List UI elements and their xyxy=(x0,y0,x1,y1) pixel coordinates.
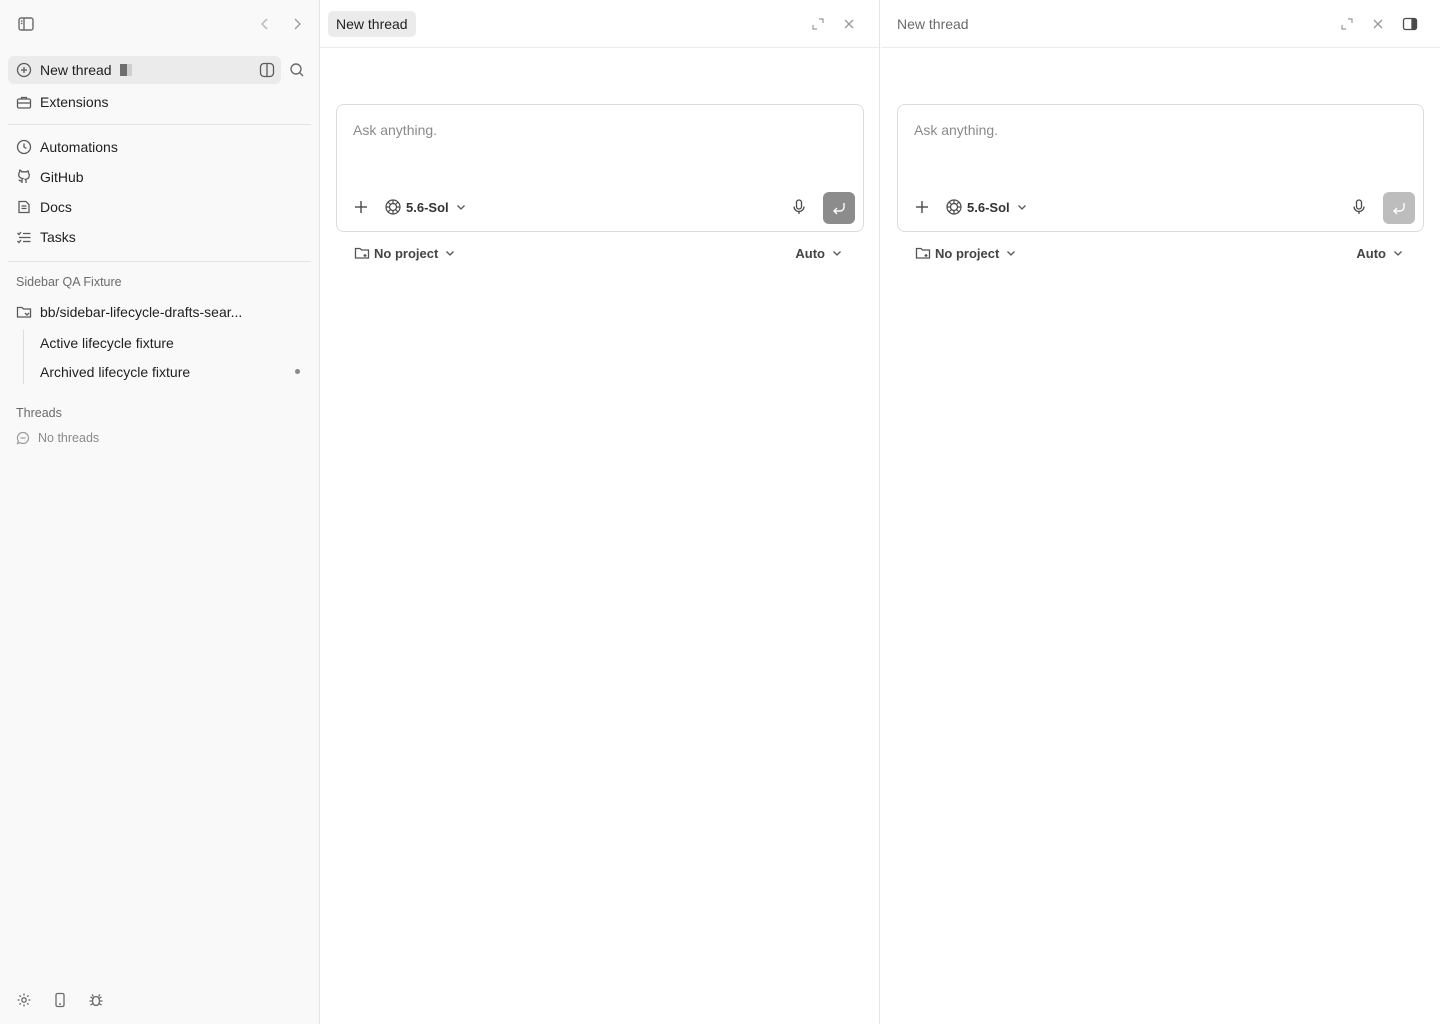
sidebar-item-tasks[interactable]: Tasks xyxy=(8,223,311,251)
sidebar-item-label: Extensions xyxy=(40,94,109,110)
add-attachment-icon[interactable] xyxy=(914,199,930,215)
sidebar-item-label: GitHub xyxy=(40,169,84,185)
mode-label: Auto xyxy=(1356,245,1386,261)
model-selector[interactable]: 5.6-Sol xyxy=(384,198,467,216)
folder-icon xyxy=(16,304,32,320)
github-icon xyxy=(16,169,32,185)
model-label: 5.6-Sol xyxy=(406,199,449,215)
thread-pane-left: New thread Ask anything. 5.6-Sol No proj… xyxy=(320,0,880,1024)
mode-selector[interactable]: Auto xyxy=(795,244,843,262)
sidebar-top-bar xyxy=(0,0,319,48)
close-icon[interactable] xyxy=(841,16,857,32)
forward-chevron-icon[interactable] xyxy=(288,14,306,34)
sidebar-item-label: Tasks xyxy=(40,229,76,245)
chevron-down-icon xyxy=(1392,247,1404,259)
no-threads-state: No threads xyxy=(16,431,99,445)
checklist-icon xyxy=(16,229,32,245)
unread-dot xyxy=(295,369,300,374)
tab-new-thread[interactable]: New thread xyxy=(328,11,416,37)
model-selector[interactable]: 5.6-Sol xyxy=(945,198,1028,216)
microphone-icon[interactable] xyxy=(1350,198,1368,216)
project-selector[interactable]: No project xyxy=(354,244,456,262)
model-logo-icon xyxy=(384,198,402,216)
send-arrow-icon xyxy=(1391,200,1407,216)
new-thread-label: New thread xyxy=(40,62,112,78)
project-label: No project xyxy=(935,245,1000,261)
tab-new-thread[interactable]: New thread xyxy=(897,16,969,32)
project-branch-item[interactable]: bb/sidebar-lifecycle-drafts-sear... xyxy=(8,298,311,326)
plus-circle-icon xyxy=(16,62,32,78)
composer: Ask anything. 5.6-Sol xyxy=(897,104,1424,232)
sidebar-item-extensions[interactable]: Extensions xyxy=(8,88,311,116)
chevron-down-icon xyxy=(444,247,456,259)
no-threads-label: No threads xyxy=(38,431,100,445)
sidebar: New thread Extensions Automations GitHub… xyxy=(0,0,320,1024)
toolbox-icon xyxy=(16,94,32,110)
threads-section-label: Threads xyxy=(16,406,62,420)
split-view-icon[interactable] xyxy=(259,62,275,78)
model-label: 5.6-Sol xyxy=(967,199,1010,215)
prompt-input[interactable]: Ask anything. xyxy=(353,122,437,138)
sidebar-divider xyxy=(8,261,311,262)
send-arrow-icon xyxy=(831,200,847,216)
project-label: No project xyxy=(374,245,439,261)
send-button[interactable] xyxy=(1383,192,1415,224)
close-icon[interactable] xyxy=(1370,16,1386,32)
pane-header: New thread xyxy=(881,0,1440,48)
sidebar-divider xyxy=(8,124,311,125)
bug-icon[interactable] xyxy=(88,992,104,1008)
project-selector[interactable]: No project xyxy=(915,244,1017,262)
sidebar-item-docs[interactable]: Docs xyxy=(8,193,311,221)
add-attachment-icon[interactable] xyxy=(353,199,369,215)
thread-pane-right: New thread Ask anything. 5.6-Sol No proj… xyxy=(881,0,1440,1024)
folder-plus-icon xyxy=(915,245,931,261)
prompt-input[interactable]: Ask anything. xyxy=(914,122,998,138)
document-icon xyxy=(16,199,32,215)
project-branch-label: bb/sidebar-lifecycle-drafts-sear... xyxy=(40,304,243,320)
project-section-label: Sidebar QA Fixture xyxy=(16,275,122,289)
gear-icon[interactable] xyxy=(16,992,32,1008)
search-icon[interactable] xyxy=(288,61,306,79)
project-thread-archived[interactable]: Archived lifecycle fixture xyxy=(40,364,190,380)
sidebar-item-label: Docs xyxy=(40,199,72,215)
chevron-down-icon xyxy=(1005,247,1017,259)
tree-guide-line xyxy=(23,330,24,384)
sidebar-item-label: Automations xyxy=(40,139,118,155)
mode-selector[interactable]: Auto xyxy=(1356,244,1404,262)
right-panel-toggle-icon[interactable] xyxy=(1402,16,1418,32)
phone-icon[interactable] xyxy=(52,992,68,1008)
new-thread-button[interactable]: New thread xyxy=(8,56,281,84)
expand-icon[interactable] xyxy=(810,16,826,32)
sidebar-item-github[interactable]: GitHub xyxy=(8,163,311,191)
folder-plus-icon xyxy=(354,245,370,261)
send-button[interactable] xyxy=(823,192,855,224)
text-cursor-indicator xyxy=(119,64,132,76)
project-thread-active[interactable]: Active lifecycle fixture xyxy=(40,335,174,351)
chevron-down-icon xyxy=(455,201,467,213)
back-chevron-icon[interactable] xyxy=(256,14,274,34)
microphone-icon[interactable] xyxy=(790,198,808,216)
chevron-down-icon xyxy=(1016,201,1028,213)
chevron-down-icon xyxy=(831,247,843,259)
model-logo-icon xyxy=(945,198,963,216)
sidebar-item-automations[interactable]: Automations xyxy=(8,133,311,161)
sidebar-toggle-icon[interactable] xyxy=(16,14,36,34)
expand-icon[interactable] xyxy=(1339,16,1355,32)
clock-icon xyxy=(16,139,32,155)
pane-header: New thread xyxy=(320,0,879,48)
composer: Ask anything. 5.6-Sol xyxy=(336,104,864,232)
mode-label: Auto xyxy=(795,245,825,261)
chat-bubble-icon xyxy=(16,431,30,445)
